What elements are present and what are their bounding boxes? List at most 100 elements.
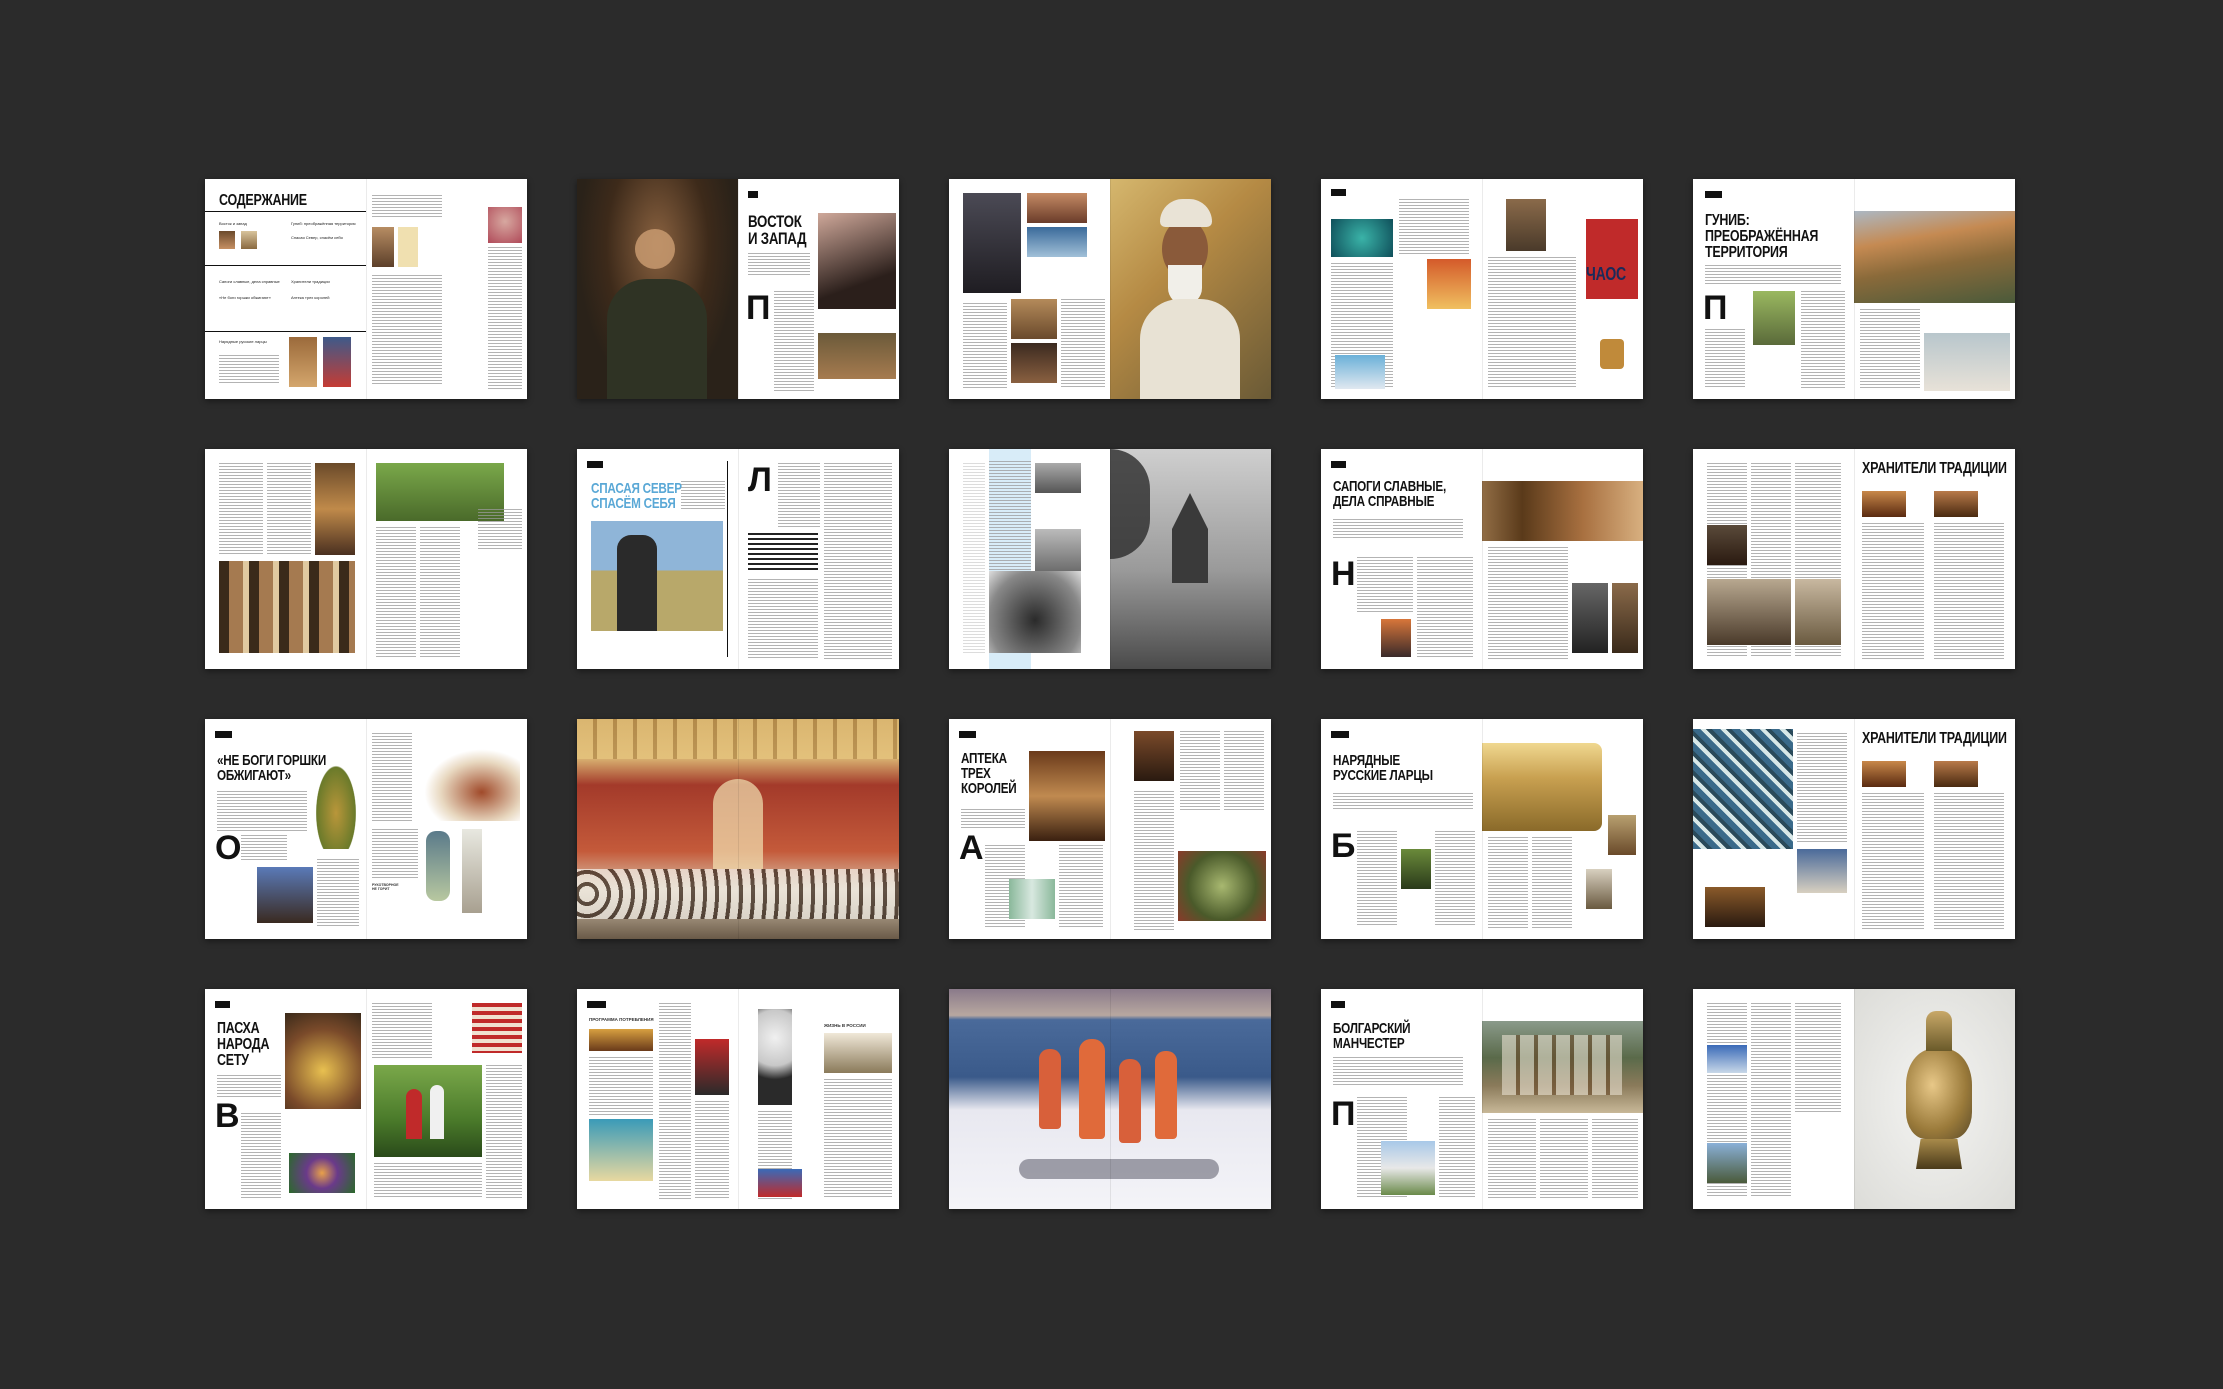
text-block [1399,199,1469,255]
spread-manchester[interactable]: Болгарский манчестер П [1321,989,1643,1209]
figure-shape [607,279,707,399]
spread-church[interactable] [949,449,1271,669]
photo-image [818,333,896,379]
dropcap: Л [748,461,772,499]
spread-elder[interactable] [949,179,1271,399]
spread-samovar[interactable] [1693,989,2015,1209]
photo-image [1011,343,1057,383]
page-left: Пасха народа сету В [205,989,366,1209]
toc-entry[interactable]: Гуниб: преображённая территория [291,221,356,226]
photo-image [1862,761,1906,787]
spread-hraniteli-1[interactable]: Хранители традиции [1693,449,2015,669]
box-image [1586,869,1612,909]
page-right [1854,989,2015,1209]
section-tag [748,191,759,198]
pharmacy-image [1029,751,1105,841]
text-block [1224,731,1264,811]
figure-shape [430,1085,444,1139]
toc-entry[interactable]: Хранители традиции [291,279,330,284]
samovar-body [1906,1049,1972,1139]
spread-pasha[interactable]: Пасха народа сету В [205,989,527,1209]
text-block [748,253,810,277]
toc-entry[interactable]: Спасая Север, спасём себя [291,235,343,240]
text-block [372,733,412,823]
toc-entry[interactable]: Нарядные русские ларцы [219,339,267,344]
toc-title: Содержание [219,192,307,209]
page-left: «Не боги горшки обжигают» О [205,719,366,939]
casket-image [1797,849,1847,893]
spread-toc[interactable]: Содержание Восток и запад Гуниб: преобра… [205,179,527,399]
page-right [1482,449,1643,669]
text-block [695,1101,729,1199]
spread-art[interactable]: Чаос [1321,179,1643,399]
text-block [267,463,311,555]
page-right [1482,719,1643,939]
page-right: Л [738,449,899,669]
quote-block [748,533,818,573]
spread-ballroom[interactable] [577,719,899,939]
spread-space[interactable]: Программа потребления Жизнь в России [577,989,899,1209]
page-right [1110,449,1271,669]
column-title: Программа потребления [589,1017,654,1022]
article-title: «Не боги горшки обжигают» [217,752,327,784]
spread-vostok[interactable]: Восток и запад П [577,179,899,399]
spread-bathers[interactable] [949,989,1271,1209]
text-block [1417,557,1473,657]
article-title: Спасая Север спасём себя [591,480,682,512]
page-left [949,179,1110,399]
text-block [589,1057,653,1117]
dropcap: П [1703,289,1728,327]
page-right: Хранители традиции [1854,719,2015,939]
spread-gunib[interactable]: Гуниб: преображённая территория П [1693,179,2015,399]
text-block [1705,329,1745,389]
casket-image [1693,729,1793,849]
figure-shape [1119,1059,1141,1143]
section-tag [1331,1001,1345,1008]
costume-image [285,1013,361,1109]
samovar-top [1926,1011,1952,1051]
spread-hraniteli-2[interactable]: Хранители традиции [1693,719,2015,939]
spread-sever[interactable]: Спасая Север спасём себя Л [577,449,899,669]
text-block [1862,793,1924,929]
toc-entry[interactable]: Аптека трех королей [291,295,330,300]
photo-image [1753,291,1795,345]
text-block [1862,523,1924,659]
houses-shape [1502,1035,1622,1095]
text-block [963,303,1007,389]
thumb-image [241,231,257,249]
spread-larcy[interactable]: Нарядные русские ларцы Б [1321,719,1643,939]
text-block [1797,733,1847,843]
spread-sapogi[interactable]: Сапоги славные, дела справные Н [1321,449,1643,669]
toc-entry[interactable]: «Не боги горшки обжигают» [219,295,271,300]
box-image [1401,849,1431,889]
figure-shape [1039,1049,1061,1129]
dropcap: О [215,829,242,867]
toc-entry[interactable]: Сапоги славные, дела справные [219,279,280,284]
page-left: Болгарский манчестер П [1321,989,1482,1209]
spread-masks[interactable] [205,449,527,669]
eggs-image [289,1153,355,1193]
spread-apteka[interactable]: Аптека трех королей А [949,719,1271,939]
text-block [1934,523,2004,659]
vase-image [426,831,450,901]
toc-entry[interactable]: Восток и запад [219,221,247,226]
article-title: Гуниб: преображённая территория [1705,212,1819,261]
casket-image [1482,743,1602,831]
page-left [949,449,1110,669]
article-title: Сапоги славные, дела справные [1333,478,1446,510]
crowd-shape [577,869,899,919]
section-tag [1331,461,1346,468]
text-block [774,291,814,391]
page-left: Аптека трех королей А [949,719,1110,939]
spread-gorshki[interactable]: «Не боги горшки обжигают» О Рукотворное … [205,719,527,939]
section-tag [215,731,233,738]
text-block [317,859,359,927]
page-left: Программа потребления [577,989,738,1209]
text-block [1540,1119,1588,1199]
text-block [217,791,307,831]
robe-shape [1140,299,1240,399]
text-block [488,247,522,391]
photo-image [1707,579,1791,645]
text-block [478,509,522,549]
photo-image [1027,193,1087,223]
